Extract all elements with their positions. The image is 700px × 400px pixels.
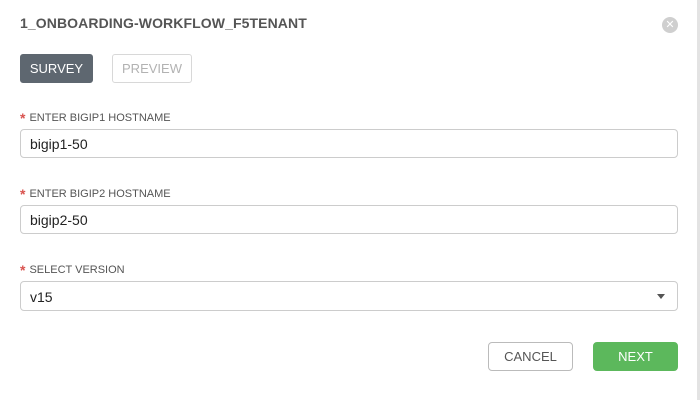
version-selected-value: v15 [30, 289, 53, 305]
required-marker: * [20, 110, 26, 126]
dialog-title: 1_ONBOARDING-WORKFLOW_F5TENANT [20, 15, 307, 31]
bigip2-hostname-label: * ENTER BIGIP2 HOSTNAME [20, 184, 171, 202]
bigip2-hostname-input[interactable] [20, 205, 678, 234]
survey-dialog: 1_ONBOARDING-WORKFLOW_F5TENANT ✕ SURVEY … [0, 0, 700, 400]
required-marker: * [20, 186, 26, 202]
bigip1-hostname-input[interactable] [20, 129, 678, 158]
bigip2-hostname-label-text: ENTER BIGIP2 HOSTNAME [29, 188, 171, 200]
tab-survey[interactable]: SURVEY [20, 54, 93, 83]
version-label: * SELECT VERSION [20, 260, 125, 278]
bigip1-hostname-label: * ENTER BIGIP1 HOSTNAME [20, 108, 171, 126]
cancel-button[interactable]: CANCEL [488, 342, 573, 371]
close-icon[interactable]: ✕ [662, 17, 678, 33]
version-label-text: SELECT VERSION [29, 264, 125, 276]
version-select[interactable]: v15 [20, 281, 678, 311]
next-button[interactable]: NEXT [593, 342, 678, 371]
required-marker: * [20, 262, 26, 278]
caret-down-icon [657, 294, 665, 299]
tab-preview[interactable]: PREVIEW [112, 54, 192, 83]
bigip1-hostname-label-text: ENTER BIGIP1 HOSTNAME [29, 112, 171, 124]
